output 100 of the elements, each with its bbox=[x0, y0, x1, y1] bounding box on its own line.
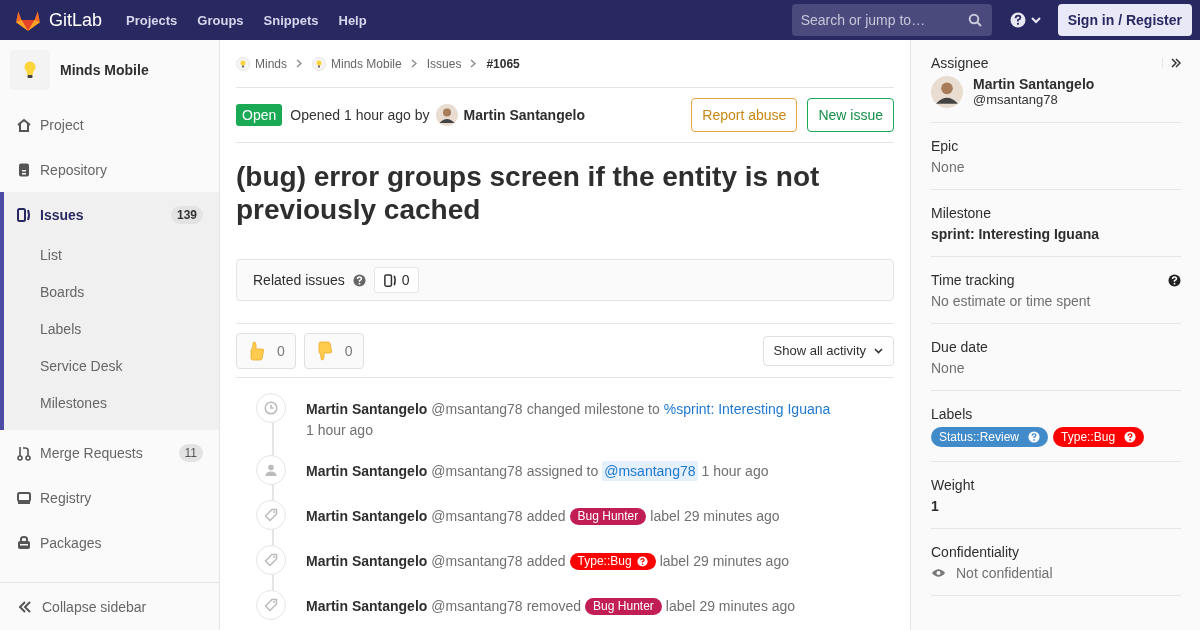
breadcrumb-link[interactable]: Issues bbox=[426, 56, 462, 71]
double-chevron-right-icon[interactable] bbox=[1162, 58, 1181, 68]
issue-title: (bug) error groups screen if the entity is not previously cached bbox=[236, 160, 821, 226]
help-icon[interactable] bbox=[1168, 273, 1181, 287]
report-abuse-button[interactable]: Report abuse bbox=[691, 98, 798, 132]
thumbs-up-button[interactable]: 0 bbox=[236, 332, 296, 369]
author-link[interactable]: Martin Santangelo bbox=[463, 107, 585, 123]
label-badge[interactable]: Type::Bug bbox=[569, 552, 656, 570]
help-dropdown-icon[interactable] bbox=[1009, 11, 1044, 29]
author-link[interactable]: Martin Santangelo bbox=[306, 596, 428, 616]
sidebar-item[interactable]: Registry bbox=[0, 475, 219, 520]
sidebar-subitem[interactable]: Boards bbox=[4, 274, 219, 311]
sidebar-item[interactable]: Project bbox=[0, 102, 219, 147]
help-icon bbox=[636, 555, 648, 567]
section-title: Assignee bbox=[931, 55, 989, 71]
eye-icon bbox=[931, 568, 946, 578]
sidebar-subitem[interactable]: List bbox=[4, 237, 219, 274]
assignee-name[interactable]: Martin Santangelo bbox=[973, 76, 1095, 92]
timestamp: 29 minutes ago bbox=[699, 597, 796, 616]
sidebar-subitem[interactable]: Milestones bbox=[4, 385, 219, 422]
section-title: Milestone bbox=[931, 205, 991, 221]
username-text: @msantang78 bbox=[431, 462, 523, 481]
status-badge: Open bbox=[236, 104, 283, 126]
project-name[interactable]: Minds Mobile bbox=[60, 62, 149, 78]
lightbulb-icon bbox=[23, 61, 37, 79]
section-value: 1 bbox=[931, 498, 940, 514]
label-badge[interactable]: Bug Hunter bbox=[585, 597, 662, 615]
breadcrumb-link[interactable]: Minds bbox=[236, 56, 287, 71]
timestamp: 29 minutes ago bbox=[693, 552, 789, 571]
help-icon bbox=[1028, 431, 1041, 443]
section-title: Epic bbox=[931, 138, 959, 154]
opened-text: Opened 1 hour ago by bbox=[290, 107, 430, 123]
sidebar-item[interactable]: Issues 139 bbox=[4, 192, 219, 237]
breadcrumb-link[interactable]: #1065 bbox=[486, 56, 520, 71]
username-text: @msantang78 bbox=[431, 597, 523, 616]
author-link[interactable]: Martin Santangelo bbox=[306, 461, 428, 481]
package-icon bbox=[16, 534, 32, 551]
section-value: None bbox=[931, 159, 966, 175]
avatar-icon bbox=[435, 104, 458, 126]
section-title: Confidentiality bbox=[931, 544, 1019, 560]
author-link[interactable]: Martin Santangelo bbox=[306, 399, 428, 419]
nav-link[interactable]: Snippets bbox=[263, 12, 319, 28]
activity-filter-dropdown[interactable]: Show all activity bbox=[762, 335, 894, 366]
related-issues-label: Related issues bbox=[253, 272, 345, 288]
thumbs-down-button[interactable]: 0 bbox=[303, 332, 364, 369]
merge-icon bbox=[16, 444, 32, 461]
section-title: Labels bbox=[931, 406, 973, 422]
nav-link[interactable]: Help bbox=[338, 12, 367, 28]
timestamp: 1 hour ago bbox=[701, 462, 769, 481]
sidebar-subitem[interactable]: Service Desk bbox=[4, 348, 219, 385]
sidebar-item[interactable]: Packages bbox=[0, 520, 219, 565]
username-text: @msantang78 bbox=[431, 507, 523, 526]
count-badge: 139 bbox=[170, 205, 203, 224]
sign-in-button[interactable]: Sign in / Register bbox=[1057, 4, 1192, 36]
new-issue-button[interactable]: New issue bbox=[807, 98, 894, 132]
timestamp: 1 hour ago bbox=[306, 421, 374, 440]
user-mention[interactable]: @msantang78 bbox=[602, 461, 698, 481]
milestone-link[interactable]: %sprint: Interesting Iguana bbox=[663, 399, 831, 419]
count-badge: 11 bbox=[178, 443, 203, 462]
author-link[interactable]: Martin Santangelo bbox=[306, 551, 428, 571]
tag-icon bbox=[264, 598, 278, 612]
event-text: added bbox=[526, 507, 566, 526]
section-title: Due date bbox=[931, 339, 988, 355]
event-text: removed bbox=[526, 597, 582, 616]
sidebar-item[interactable]: Merge Requests 11 bbox=[0, 430, 219, 475]
double-chevron-left-icon bbox=[18, 599, 32, 614]
label-badge[interactable]: Bug Hunter bbox=[569, 507, 647, 525]
chevron-right-icon bbox=[470, 59, 477, 68]
label-badge[interactable]: Status::Review bbox=[931, 427, 1049, 447]
search-icon bbox=[967, 13, 982, 27]
registry-icon bbox=[16, 489, 32, 506]
thumbs-up-icon bbox=[247, 340, 265, 361]
help-icon bbox=[1124, 431, 1137, 443]
home-icon bbox=[16, 116, 32, 133]
issues-icon bbox=[16, 206, 32, 223]
avatar-icon bbox=[931, 76, 963, 108]
brand-name[interactable]: GitLab bbox=[49, 9, 103, 31]
nav-link[interactable]: Groups bbox=[197, 12, 244, 28]
person-icon bbox=[264, 463, 278, 477]
search-field[interactable]: Search or jump to… bbox=[791, 4, 992, 36]
lightbulb-icon bbox=[312, 56, 326, 71]
event-text: changed milestone to bbox=[526, 400, 660, 419]
chevron-right-icon bbox=[296, 59, 302, 68]
label-badge[interactable]: Type::Bug bbox=[1053, 427, 1145, 447]
sidebar-subitem[interactable]: Labels bbox=[4, 311, 219, 348]
event-text: label bbox=[659, 552, 690, 571]
username-text: @msantang78 bbox=[431, 400, 523, 419]
section-value: None bbox=[931, 360, 966, 376]
doc-icon bbox=[16, 161, 32, 178]
tag-icon bbox=[264, 553, 278, 567]
username-text: @msantang78 bbox=[431, 552, 523, 571]
nav-link[interactable]: Projects bbox=[126, 12, 178, 28]
count-text: 0 bbox=[401, 272, 410, 288]
sidebar-item[interactable]: Repository bbox=[0, 147, 219, 192]
event-text: label bbox=[650, 507, 680, 526]
event-text: label bbox=[665, 597, 696, 616]
username-text: @msantang78 bbox=[973, 92, 1059, 107]
breadcrumb-link[interactable]: Minds Mobile bbox=[312, 56, 402, 71]
issues-icon bbox=[382, 272, 398, 288]
author-link[interactable]: Martin Santangelo bbox=[306, 506, 428, 526]
